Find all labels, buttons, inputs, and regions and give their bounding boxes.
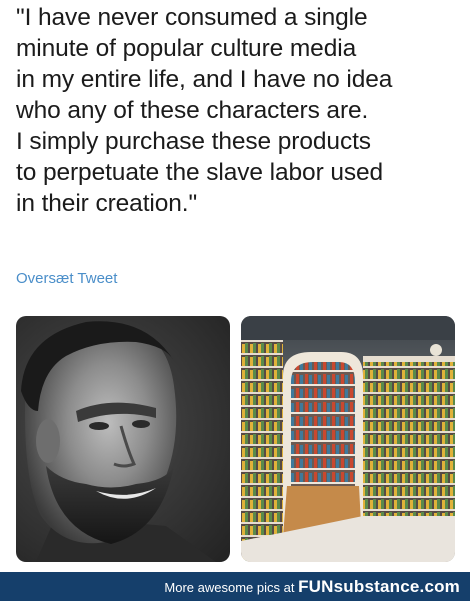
portrait-illustration (21, 321, 216, 562)
watermark-text[interactable]: More awesome pics at FUNsubstance.com (164, 572, 460, 602)
footer-text: More awesome pics at (164, 580, 295, 595)
tweet-text-line: in my entire life, and I have no idea (16, 66, 393, 93)
watermark-footer: More awesome pics at FUNsubstance.com (0, 572, 470, 601)
tweet-text-line: I simply purchase these products (16, 128, 371, 155)
collectibles-room-image[interactable] (241, 316, 455, 562)
tweet-text-line: "I have never consumed a single (16, 4, 368, 31)
brand-logo: FUNsubstance.com (298, 577, 460, 596)
gigachad-image[interactable] (16, 316, 230, 562)
translate-tweet-link[interactable]: Oversæt Tweet (16, 270, 117, 287)
room-illustration (241, 316, 455, 562)
tweet-text: "I have never consumed a single minute o… (16, 2, 461, 219)
tweet-text-line: to perpetuate the slave labor used (16, 159, 384, 186)
tweet-text-line: minute of popular culture media (16, 35, 357, 62)
tweet-text-line: in their creation." (16, 190, 198, 217)
tweet-text-line: who any of these characters are. (16, 97, 369, 124)
